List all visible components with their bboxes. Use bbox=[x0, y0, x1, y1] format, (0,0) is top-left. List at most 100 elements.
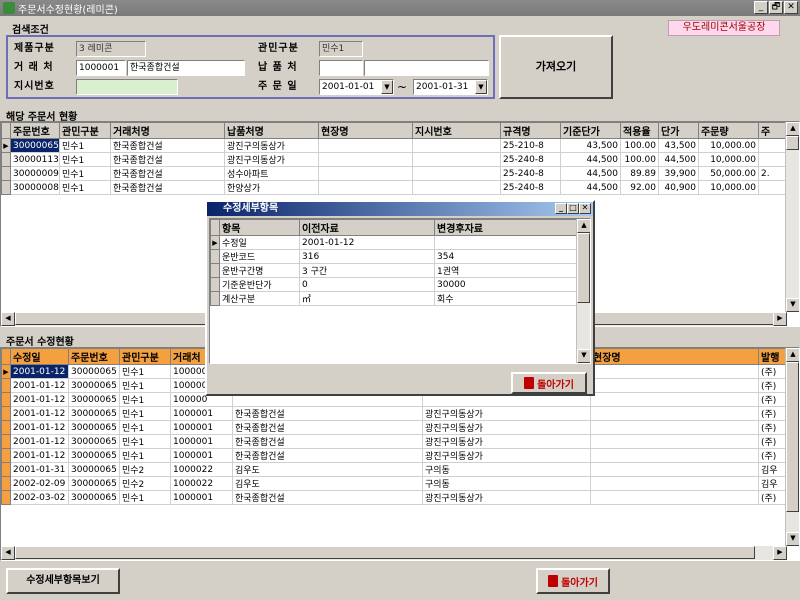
close-button[interactable]: ✕ bbox=[784, 1, 798, 14]
table-row[interactable]: 2001-01-12 30000065 민수1 1000001 한국종합건설 광진구의동상… bbox=[1, 406, 788, 421]
table-cell[interactable]: 한국종합건설 bbox=[232, 490, 423, 505]
table-cell[interactable]: 기준운반단가 bbox=[219, 277, 300, 292]
table-cell[interactable] bbox=[590, 448, 759, 463]
table-row[interactable]: 기준운반단가 0 30000 bbox=[210, 277, 579, 292]
table-cell[interactable]: 한국종합건설 bbox=[232, 434, 423, 449]
table-cell[interactable]: 50,000.00 bbox=[698, 166, 759, 181]
table-cell[interactable]: 30000113 bbox=[10, 152, 60, 167]
table-cell[interactable]: 30000065 bbox=[68, 392, 120, 407]
table-cell[interactable]: 2. bbox=[758, 166, 788, 181]
table-cell[interactable]: 44,500 bbox=[560, 152, 621, 167]
table-cell[interactable]: 한국종합건설 bbox=[110, 152, 225, 167]
table-cell[interactable]: 광진구의동상가 bbox=[422, 434, 591, 449]
table-cell[interactable]: 한국종합건설 bbox=[232, 448, 423, 463]
current-row-indicator-icon[interactable]: ▶ bbox=[210, 235, 220, 250]
row-indicator[interactable] bbox=[210, 277, 220, 292]
scroll-thumb[interactable] bbox=[786, 362, 799, 512]
footer-back-button[interactable]: 돌아가기 bbox=[536, 568, 610, 594]
row-indicator[interactable] bbox=[1, 448, 11, 463]
table-cell[interactable]: (주) bbox=[758, 420, 788, 435]
table-row[interactable]: 2001-01-12 30000065 민수1 1000001 한국종합건설 광진구의동상… bbox=[1, 448, 788, 463]
table-row[interactable]: 운반구간명 3 구간 1권역 bbox=[210, 263, 579, 278]
table-row[interactable]: 계산구분 ㎥ 회수 bbox=[210, 291, 579, 306]
col-header[interactable]: 현장명 bbox=[590, 348, 759, 365]
table-cell[interactable]: 민수1 bbox=[119, 448, 171, 463]
table-cell[interactable] bbox=[318, 166, 413, 181]
current-row-indicator-icon[interactable]: ▶ bbox=[1, 138, 11, 153]
table-cell[interactable]: 25-240-8 bbox=[500, 166, 561, 181]
table-row[interactable]: 운반코드 316 354 bbox=[210, 249, 579, 264]
table-cell[interactable]: 30000065 bbox=[68, 434, 120, 449]
table-cell[interactable]: 김우도 bbox=[232, 462, 423, 477]
table-cell[interactable]: 30000009 bbox=[10, 166, 60, 181]
row-indicator[interactable] bbox=[1, 462, 11, 477]
table-cell[interactable]: 44,500 bbox=[560, 166, 621, 181]
table-cell[interactable]: 2002-02-09 bbox=[10, 476, 69, 491]
table-cell[interactable]: 30000065 bbox=[68, 490, 120, 505]
table-cell[interactable] bbox=[412, 166, 501, 181]
table-cell[interactable]: 광진구의동상가 bbox=[422, 406, 591, 421]
scroll-up-icon[interactable]: ▲ bbox=[786, 348, 799, 362]
table-cell[interactable]: 30000065 bbox=[68, 462, 120, 477]
scroll-right-icon[interactable]: ▶ bbox=[773, 546, 787, 560]
scroll-down-icon[interactable]: ▼ bbox=[786, 298, 799, 312]
col-header[interactable]: 기준단가 bbox=[560, 122, 621, 139]
table-cell[interactable]: 30000065 bbox=[68, 378, 120, 393]
table-row[interactable]: 2002-03-02 30000065 민수1 1000001 한국종합건설 광진구의동상… bbox=[1, 490, 788, 505]
col-header[interactable]: 관민구분 bbox=[119, 348, 171, 365]
table-cell[interactable]: 10,000.00 bbox=[698, 152, 759, 167]
table-cell[interactable]: 100.00 bbox=[620, 138, 659, 153]
table-row[interactable]: 2001-01-12 30000065 민수1 1000001 한국종합건설 광진구의동상… bbox=[1, 434, 788, 449]
table-cell[interactable]: 316 bbox=[299, 249, 435, 264]
table-cell[interactable] bbox=[590, 378, 759, 393]
table-cell[interactable] bbox=[590, 364, 759, 379]
scroll-up-icon[interactable]: ▲ bbox=[577, 219, 590, 233]
table-cell[interactable]: (주) bbox=[758, 448, 788, 463]
table-cell[interactable]: 민수1 bbox=[119, 364, 171, 379]
table-cell[interactable]: (주) bbox=[758, 490, 788, 505]
table-cell[interactable]: 30000065 bbox=[10, 138, 60, 153]
col-header[interactable]: 규격명 bbox=[500, 122, 561, 139]
table-cell[interactable]: 민수1 bbox=[119, 378, 171, 393]
table-cell[interactable]: 30000065 bbox=[68, 476, 120, 491]
scroll-left-icon[interactable]: ◀ bbox=[1, 546, 15, 560]
fetch-button[interactable]: 가져오기 bbox=[499, 35, 613, 99]
table-cell[interactable]: 2001-01-12 bbox=[10, 420, 69, 435]
table-cell[interactable]: 수정일 bbox=[219, 235, 300, 250]
table-cell[interactable]: 43,500 bbox=[560, 138, 621, 153]
table-cell[interactable]: 구의동 bbox=[422, 476, 591, 491]
table-cell[interactable] bbox=[318, 138, 413, 153]
table-cell[interactable]: 25-210-8 bbox=[500, 138, 561, 153]
table-row[interactable]: 2001-01-31 30000065 민수2 1000022 김우도 구의동 김우 bbox=[1, 462, 788, 477]
table-row[interactable]: 2001-01-12 30000065 민수1 1000001 한국종합건설 광진구의동상… bbox=[1, 420, 788, 435]
scroll-left-icon[interactable]: ◀ bbox=[1, 312, 15, 326]
table-cell[interactable]: 한국종합건설 bbox=[110, 166, 225, 181]
col-header[interactable]: 단가 bbox=[658, 122, 699, 139]
scroll-thumb[interactable] bbox=[577, 233, 590, 303]
dialog-back-button[interactable]: 돌아가기 bbox=[511, 372, 587, 394]
table-cell[interactable]: 광진구의동상가 bbox=[422, 448, 591, 463]
table-cell[interactable]: 민수1 bbox=[119, 392, 171, 407]
row-indicator[interactable] bbox=[1, 152, 11, 167]
col-header[interactable]: 항목 bbox=[219, 219, 300, 236]
table-cell[interactable]: 2001-01-12 bbox=[10, 378, 69, 393]
table-cell[interactable]: (주) bbox=[758, 378, 788, 393]
table-cell[interactable]: 30000065 bbox=[68, 448, 120, 463]
chevron-down-icon[interactable]: ▼ bbox=[475, 80, 487, 94]
col-header[interactable]: 현장명 bbox=[318, 122, 413, 139]
table-cell[interactable] bbox=[590, 406, 759, 421]
table-cell[interactable]: 2001-01-12 bbox=[10, 392, 69, 407]
row-indicator[interactable] bbox=[1, 392, 11, 407]
table-cell[interactable]: 1000022 bbox=[170, 476, 233, 491]
row-indicator[interactable] bbox=[1, 406, 11, 421]
col-header[interactable]: 관민구분 bbox=[59, 122, 111, 139]
client-code-field[interactable]: 1000001 bbox=[76, 60, 126, 76]
table-cell[interactable]: 성수아파트 bbox=[224, 166, 319, 181]
scroll-up-icon[interactable]: ▲ bbox=[786, 122, 799, 136]
delivery-code-field[interactable] bbox=[319, 60, 363, 76]
col-header[interactable]: 거래처명 bbox=[110, 122, 225, 139]
table-row[interactable]: 30000008 민수1 한국종합건설 한양상가 25-240-8 44,500 92.00… bbox=[1, 180, 788, 195]
table-cell[interactable]: 25-240-8 bbox=[500, 152, 561, 167]
table-cell[interactable] bbox=[758, 180, 788, 195]
table-cell[interactable]: 민수2 bbox=[119, 476, 171, 491]
